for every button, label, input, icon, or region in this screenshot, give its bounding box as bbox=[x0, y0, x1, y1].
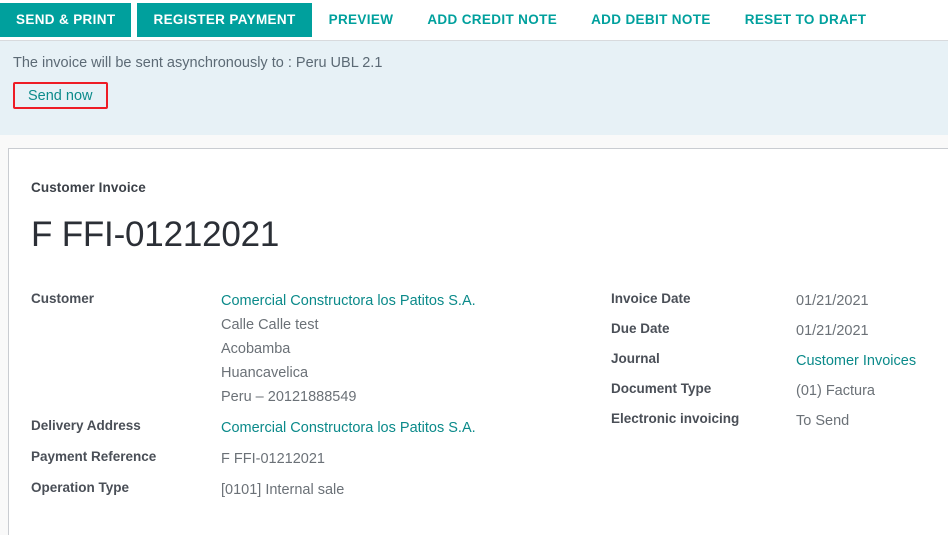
field-value-customer: Comercial Constructora los Patitos S.A. … bbox=[221, 289, 591, 409]
field-customer: Customer Comercial Constructora los Pati… bbox=[31, 289, 591, 409]
customer-country-vat: Peru – 20121888549 bbox=[221, 388, 357, 405]
field-value-due-date[interactable]: 01/21/2021 bbox=[796, 319, 948, 343]
field-journal: Journal Customer Invoices bbox=[611, 349, 948, 373]
field-label-operation-type: Operation Type bbox=[31, 479, 130, 495]
invoice-form-view: SEND & PRINT REGISTER PAYMENT PREVIEW AD… bbox=[0, 0, 948, 535]
field-value-payment-reference[interactable]: F FFI-01212021 bbox=[221, 447, 591, 471]
add-debit-note-button[interactable]: ADD DEBIT NOTE bbox=[574, 3, 728, 37]
field-value-electronic-invoicing: To Send bbox=[796, 412, 850, 429]
send-now-highlight-box: Send now bbox=[13, 82, 108, 110]
left-field-column: Customer Comercial Constructora los Pati… bbox=[31, 289, 591, 509]
customer-city: Acobamba bbox=[221, 340, 291, 357]
field-label-journal: Journal bbox=[611, 350, 660, 366]
customer-state: Huancavelica bbox=[221, 364, 309, 381]
field-label-document-type: Document Type bbox=[611, 380, 712, 396]
field-delivery-address: Delivery Address Comercial Constructora … bbox=[31, 416, 591, 440]
field-value-invoice-date[interactable]: 01/21/2021 bbox=[796, 289, 948, 313]
field-label-due-date: Due Date bbox=[611, 320, 670, 336]
einvoice-alert-banner: The invoice will be sent asynchronously … bbox=[0, 41, 948, 135]
add-credit-note-button[interactable]: ADD CREDIT NOTE bbox=[410, 3, 574, 37]
right-field-column: Invoice Date 01/21/2021 Due Date 01/21/2… bbox=[611, 289, 948, 439]
field-value-operation-type[interactable]: [0101] Internal sale bbox=[221, 478, 591, 502]
reset-to-draft-button[interactable]: RESET TO DRAFT bbox=[728, 3, 884, 37]
field-payment-reference: Payment Reference F FFI-01212021 bbox=[31, 447, 591, 471]
alert-message: The invoice will be sent asynchronously … bbox=[13, 55, 383, 71]
field-operation-type: Operation Type [0101] Internal sale bbox=[31, 478, 591, 502]
customer-name-link[interactable]: Comercial Constructora los Patitos S.A. bbox=[221, 289, 591, 313]
customer-street: Calle Calle test bbox=[221, 316, 319, 333]
field-document-type: Document Type (01) Factura bbox=[611, 379, 948, 403]
field-label-payment-reference: Payment Reference bbox=[31, 448, 157, 464]
field-value-document-type[interactable]: (01) Factura bbox=[796, 379, 948, 403]
record-type-label: Customer Invoice bbox=[31, 180, 146, 195]
send-and-print-button[interactable]: SEND & PRINT bbox=[0, 3, 132, 37]
invoice-number-title: F FFI-01212021 bbox=[31, 214, 280, 254]
field-due-date: Due Date 01/21/2021 bbox=[611, 319, 948, 343]
field-value-delivery-address[interactable]: Comercial Constructora los Patitos S.A. bbox=[221, 416, 591, 440]
field-label-electronic-invoicing: Electronic invoicing bbox=[611, 410, 740, 426]
field-label-delivery-address: Delivery Address bbox=[31, 417, 141, 433]
field-invoice-date: Invoice Date 01/21/2021 bbox=[611, 289, 948, 313]
field-electronic-invoicing: Electronic invoicing To Send bbox=[611, 409, 948, 433]
preview-button[interactable]: PREVIEW bbox=[312, 3, 411, 37]
field-label-invoice-date: Invoice Date bbox=[611, 290, 691, 306]
send-now-button[interactable]: Send now bbox=[15, 84, 106, 107]
field-label-customer: Customer bbox=[31, 290, 95, 306]
invoice-field-columns: Customer Comercial Constructora los Pati… bbox=[31, 289, 948, 509]
register-payment-button[interactable]: REGISTER PAYMENT bbox=[137, 3, 312, 37]
field-value-journal[interactable]: Customer Invoices bbox=[796, 349, 948, 373]
action-button-bar: SEND & PRINT REGISTER PAYMENT PREVIEW AD… bbox=[0, 0, 948, 41]
invoice-sheet: Customer Invoice F FFI-01212021 Customer… bbox=[8, 148, 948, 535]
